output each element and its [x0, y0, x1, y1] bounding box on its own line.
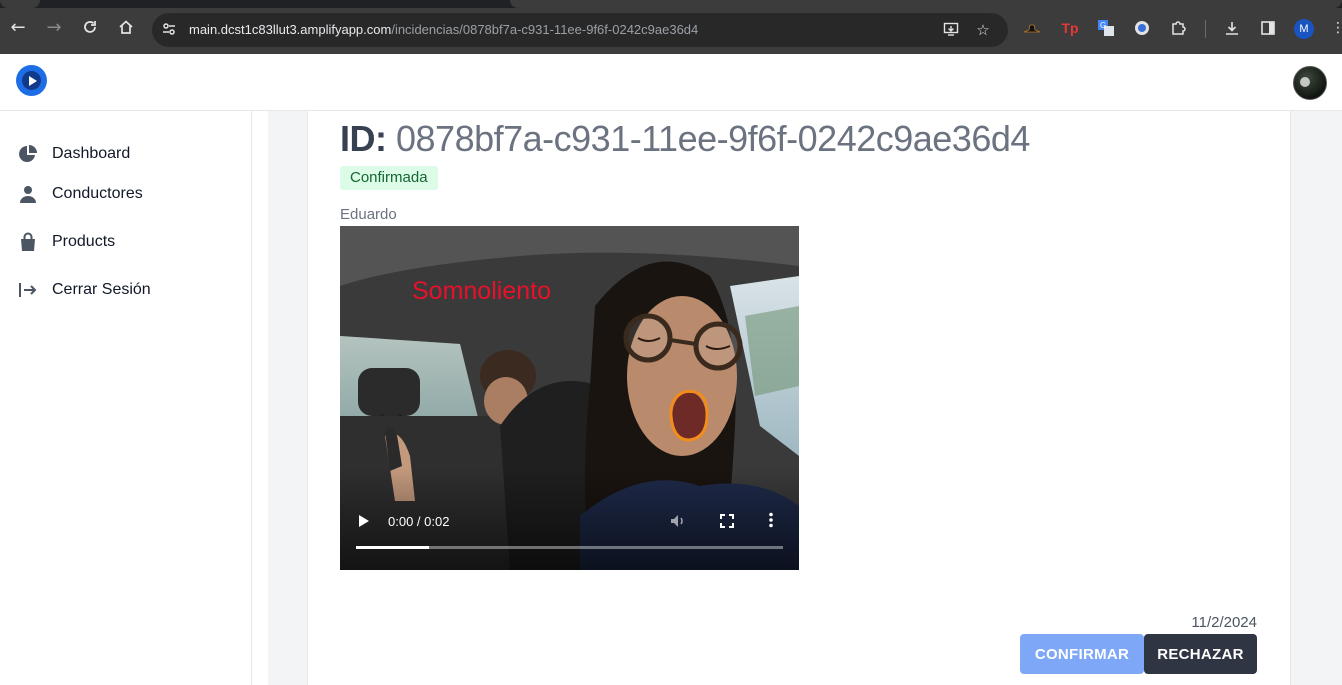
more-options-icon[interactable] — [768, 512, 778, 530]
svg-text:G: G — [1100, 21, 1106, 30]
incident-title: ID: 0878bf7a-c931-11ee-9f6f-0242c9ae36d4 — [340, 118, 1030, 160]
sidebar-item-label: Cerrar Sesión — [52, 281, 151, 298]
id-label: ID: — [340, 118, 387, 159]
sidebar-item-products[interactable]: Products — [18, 230, 115, 254]
confirm-button[interactable]: CONFIRMAR — [1020, 634, 1144, 674]
bookmark-star-icon[interactable]: ☆ — [974, 21, 992, 39]
sidebar-item-dashboard[interactable]: Dashboard — [18, 142, 130, 166]
incident-date: 11/2/2024 — [1191, 614, 1257, 631]
sidebar-item-conductores[interactable]: Conductores — [18, 182, 143, 206]
url-path: /incidencias/0878bf7a-c931-11ee-9f6f-024… — [391, 22, 699, 37]
back-icon[interactable]: ← — [5, 14, 31, 40]
incident-video[interactable]: Somnoliento 0:00 / 0:02 — [340, 226, 799, 570]
video-time: 0:00 / 0:02 — [388, 514, 450, 529]
sidebar-item-label: Dashboard — [52, 145, 131, 162]
tab-active[interactable] — [510, 0, 1342, 8]
pie-chart-icon — [18, 144, 38, 164]
sidebar-item-label: Conductores — [52, 185, 143, 202]
sidebar: Dashboard Conductores Products Cerrar Se… — [0, 111, 252, 685]
app-header — [0, 54, 1342, 111]
extension-circle-icon[interactable] — [1132, 18, 1152, 38]
fullscreen-icon[interactable] — [720, 514, 736, 530]
download-icon[interactable] — [1222, 18, 1242, 38]
sidebar-item-logout[interactable]: Cerrar Sesión — [18, 278, 151, 302]
status-badge: Confirmada — [340, 166, 438, 190]
tab-strip — [0, 0, 1342, 8]
profile-avatar[interactable]: M — [1294, 19, 1314, 39]
forward-icon[interactable]: → — [41, 14, 67, 40]
toolbar-separator — [1205, 20, 1206, 38]
incident-id: 0878bf7a-c931-11ee-9f6f-0242c9ae36d4 — [396, 118, 1030, 159]
extensions-puzzle-icon[interactable] — [1168, 18, 1188, 38]
extension-hat-icon[interactable] — [1022, 18, 1042, 38]
driver-name: Eduardo — [340, 206, 397, 223]
home-icon[interactable] — [113, 14, 139, 40]
tab-left[interactable] — [0, 0, 40, 8]
reload-icon[interactable] — [77, 14, 103, 40]
site-settings-icon[interactable] — [160, 21, 178, 39]
url-host: main.dcst1c83llut3.amplifyapp.com — [189, 22, 392, 37]
translate-icon[interactable]: G — [1096, 18, 1116, 38]
browser-toolbar: ← → main.dcst1c83llut3.amplifyapp.com/in… — [0, 0, 1342, 54]
sidebar-item-label: Products — [52, 233, 116, 250]
user-avatar[interactable] — [1293, 66, 1327, 100]
play-icon[interactable] — [358, 514, 372, 530]
menu-dots-icon[interactable]: ⋮ — [1328, 18, 1342, 38]
app-logo[interactable] — [16, 65, 47, 96]
install-app-icon[interactable] — [942, 21, 960, 39]
reject-button[interactable]: RECHAZAR — [1144, 634, 1257, 674]
logout-icon — [18, 280, 38, 300]
video-progress-fill — [356, 546, 429, 549]
video-progress-track[interactable] — [356, 546, 783, 549]
shopping-bag-icon — [18, 232, 38, 252]
url-text: main.dcst1c83llut3.amplifyapp.com/incide… — [189, 22, 698, 37]
extension-tp-icon[interactable]: Tp — [1060, 18, 1080, 38]
video-overlay-label: Somnoliento — [412, 277, 551, 305]
address-bar[interactable]: main.dcst1c83llut3.amplifyapp.com/incide… — [152, 13, 1008, 47]
volume-icon[interactable] — [670, 514, 688, 530]
user-icon — [18, 184, 38, 204]
side-panel-icon[interactable] — [1258, 18, 1278, 38]
